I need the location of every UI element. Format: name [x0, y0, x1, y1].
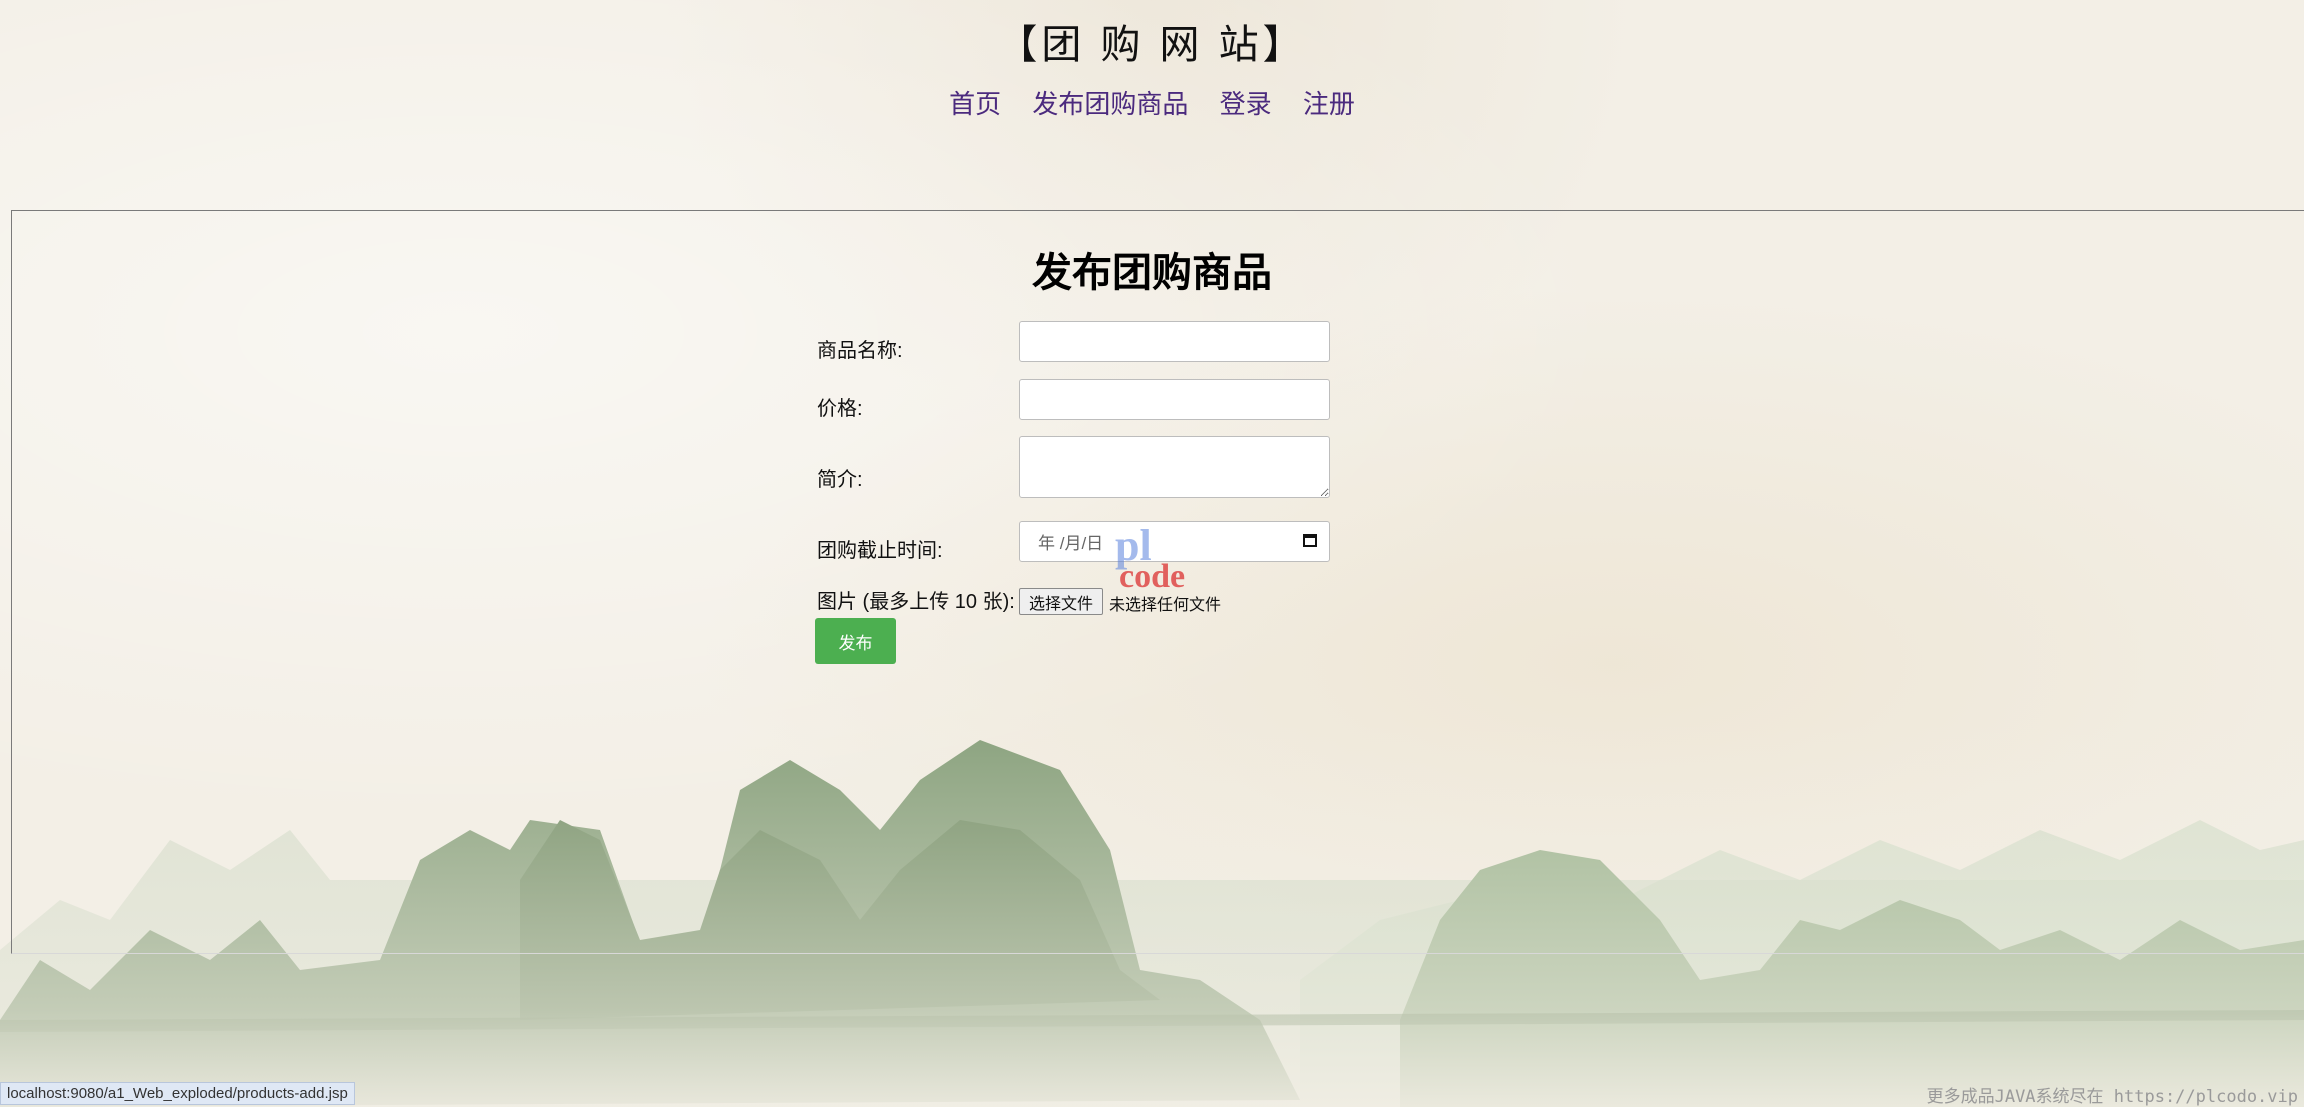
nav-register-link[interactable]: 注册 [1303, 89, 1355, 119]
watermark-code: code [1119, 558, 1186, 596]
price-label: 价格: [817, 398, 863, 420]
nav-home-link[interactable]: 首页 [949, 89, 1001, 119]
image-upload-label: 图片 (最多上传 10 张): [817, 591, 1015, 613]
calendar-icon[interactable] [1303, 534, 1317, 547]
product-name-label: 商品名称: [817, 340, 903, 362]
deadline-label: 团购截止时间: [817, 540, 943, 562]
price-input[interactable] [1019, 379, 1330, 420]
submit-button[interactable]: 发布 [815, 618, 896, 664]
choose-file-button[interactable]: 选择文件 [1019, 588, 1103, 615]
site-title: 【团 购 网 站】 [997, 23, 1307, 67]
description-textarea[interactable] [1019, 436, 1330, 498]
main-nav: 首页 发布团购商品 登录 注册 [0, 84, 2304, 121]
description-label: 简介: [817, 469, 863, 491]
footer-watermark: 更多成品JAVA系统尽在 https://plcodo.vip [1926, 1087, 2298, 1107]
date-placeholder: 年 /月/日 [1038, 534, 1104, 553]
product-name-input[interactable] [1019, 321, 1330, 362]
nav-login-link[interactable]: 登录 [1220, 89, 1272, 119]
plcode-watermark: pl code [1115, 523, 1186, 596]
nav-publish-link[interactable]: 发布团购商品 [1032, 89, 1188, 119]
status-bar-url: localhost:9080/a1_Web_exploded/products-… [0, 1082, 355, 1105]
form-title: 发布团购商品 [1032, 251, 1272, 295]
